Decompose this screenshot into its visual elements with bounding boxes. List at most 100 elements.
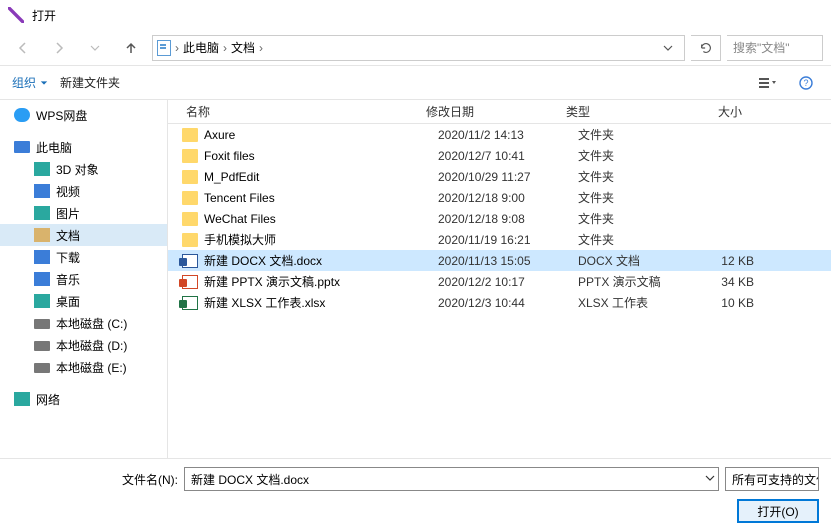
sidebar-item-disk-e[interactable]: 本地磁盘 (E:) [0,356,167,378]
file-name: Axure [204,128,438,142]
filename-value: 新建 DOCX 文档.docx [185,471,700,488]
sidebar-label: 网络 [36,391,60,408]
file-size: 34 KB [702,275,762,289]
column-name[interactable]: 名称 [168,103,426,120]
file-name: 新建 PPTX 演示文稿.pptx [204,273,438,290]
sidebar: WPS网盘 此电脑 3D 对象 视频 图片 文档 下载 音乐 桌面 本地磁盘 (… [0,100,168,458]
file-date: 2020/12/2 10:17 [438,275,578,289]
file-name: 新建 DOCX 文档.docx [204,252,438,269]
file-row[interactable]: 手机模拟大师2020/11/19 16:21文件夹 [168,229,831,250]
sidebar-item-documents[interactable]: 文档 [0,224,167,246]
video-icon [34,184,50,198]
file-name: WeChat Files [204,212,438,226]
refresh-icon [699,41,713,55]
file-pane: 名称 修改日期 类型 大小 Axure2020/11/2 14:13文件夹Fox… [168,100,831,458]
file-type: 文件夹 [578,231,702,248]
file-name: Foxit files [204,149,438,163]
sidebar-item-video[interactable]: 视频 [0,180,167,202]
sidebar-label: 视频 [56,183,80,200]
up-button[interactable] [116,36,146,60]
recent-dropdown[interactable] [80,36,110,60]
pictures-icon [34,206,50,220]
column-type[interactable]: 类型 [566,103,690,120]
sidebar-label: 音乐 [56,271,80,288]
sidebar-label: 桌面 [56,293,80,310]
open-label: 打开(O) [757,503,798,520]
file-type: XLSX 工作表 [578,294,702,311]
folder-icon [182,212,198,226]
breadcrumb-path[interactable]: › 此电脑 › 文档 › [152,35,685,61]
sidebar-item-disk-c[interactable]: 本地磁盘 (C:) [0,312,167,334]
column-headers: 名称 修改日期 类型 大小 [168,100,831,124]
view-options-button[interactable] [755,72,781,94]
sidebar-item-wps[interactable]: WPS网盘 [0,104,167,126]
chevron-right-icon: › [223,41,227,55]
breadcrumb-documents[interactable]: 文档 [231,39,255,56]
sidebar-item-desktop[interactable]: 桌面 [0,290,167,312]
forward-button[interactable] [44,36,74,60]
file-date: 2020/11/2 14:13 [438,128,578,142]
column-size[interactable]: 大小 [690,103,750,120]
chevron-right-icon: › [175,41,179,55]
folder-icon [182,233,198,247]
view-icon [759,76,777,90]
sidebar-item-3d[interactable]: 3D 对象 [0,158,167,180]
organize-menu[interactable]: 组织 [12,74,48,91]
file-row[interactable]: WeChat Files2020/12/18 9:08文件夹 [168,208,831,229]
help-icon: ? [799,76,813,90]
folder-icon [182,149,198,163]
open-button[interactable]: 打开(O) [737,499,819,523]
new-folder-button[interactable]: 新建文件夹 [60,74,120,91]
sidebar-item-pc[interactable]: 此电脑 [0,136,167,158]
sidebar-label: 此电脑 [36,139,72,156]
triangle-down-icon [40,79,48,87]
file-type: DOCX 文档 [578,252,702,269]
file-date: 2020/12/18 9:08 [438,212,578,226]
file-row[interactable]: Foxit files2020/12/7 10:41文件夹 [168,145,831,166]
location-icon [157,40,171,56]
search-input[interactable]: 搜索"文档" [727,35,823,61]
refresh-button[interactable] [691,35,721,61]
file-date: 2020/12/3 10:44 [438,296,578,310]
docx-icon [182,254,198,268]
content-area: WPS网盘 此电脑 3D 对象 视频 图片 文档 下载 音乐 桌面 本地磁盘 (… [0,100,831,458]
file-type-filter[interactable]: 所有可支持的文件 [725,467,819,491]
help-button[interactable]: ? [793,72,819,94]
network-icon [14,392,30,406]
folder-icon [182,191,198,205]
file-type: PPTX 演示文稿 [578,273,702,290]
file-row[interactable]: Tencent Files2020/12/18 9:00文件夹 [168,187,831,208]
sidebar-item-network[interactable]: 网络 [0,388,167,410]
file-date: 2020/10/29 11:27 [438,170,578,184]
file-row[interactable]: M_PdfEdit2020/10/29 11:27文件夹 [168,166,831,187]
breadcrumb-this-pc[interactable]: 此电脑 [183,39,219,56]
filename-dropdown[interactable] [700,472,718,486]
folder-icon [182,170,198,184]
title-bar: 打开 [0,0,831,30]
filename-input[interactable]: 新建 DOCX 文档.docx [184,467,719,491]
sidebar-item-pictures[interactable]: 图片 [0,202,167,224]
file-row[interactable]: Axure2020/11/2 14:13文件夹 [168,124,831,145]
sidebar-item-disk-d[interactable]: 本地磁盘 (D:) [0,334,167,356]
organize-label: 组织 [12,74,36,91]
file-date: 2020/11/13 15:05 [438,254,578,268]
cloud-icon [14,108,30,122]
file-size: 10 KB [702,296,762,310]
sidebar-label: WPS网盘 [36,107,87,124]
file-name: 手机模拟大师 [204,231,438,248]
file-date: 2020/12/7 10:41 [438,149,578,163]
file-row[interactable]: 新建 PPTX 演示文稿.pptx2020/12/2 10:17PPTX 演示文… [168,271,831,292]
file-size: 12 KB [702,254,762,268]
sidebar-item-music[interactable]: 音乐 [0,268,167,290]
file-row[interactable]: 新建 DOCX 文档.docx2020/11/13 15:05DOCX 文档12… [168,250,831,271]
file-row[interactable]: 新建 XLSX 工作表.xlsx2020/12/3 10:44XLSX 工作表1… [168,292,831,313]
column-date[interactable]: 修改日期 [426,103,566,120]
file-date: 2020/12/18 9:00 [438,191,578,205]
back-button[interactable] [8,36,38,60]
window-title: 打开 [32,7,56,24]
sidebar-item-downloads[interactable]: 下载 [0,246,167,268]
xlsx-icon [182,296,198,310]
file-name: 新建 XLSX 工作表.xlsx [204,294,438,311]
path-dropdown[interactable] [656,35,680,61]
arrow-left-icon [15,40,31,56]
